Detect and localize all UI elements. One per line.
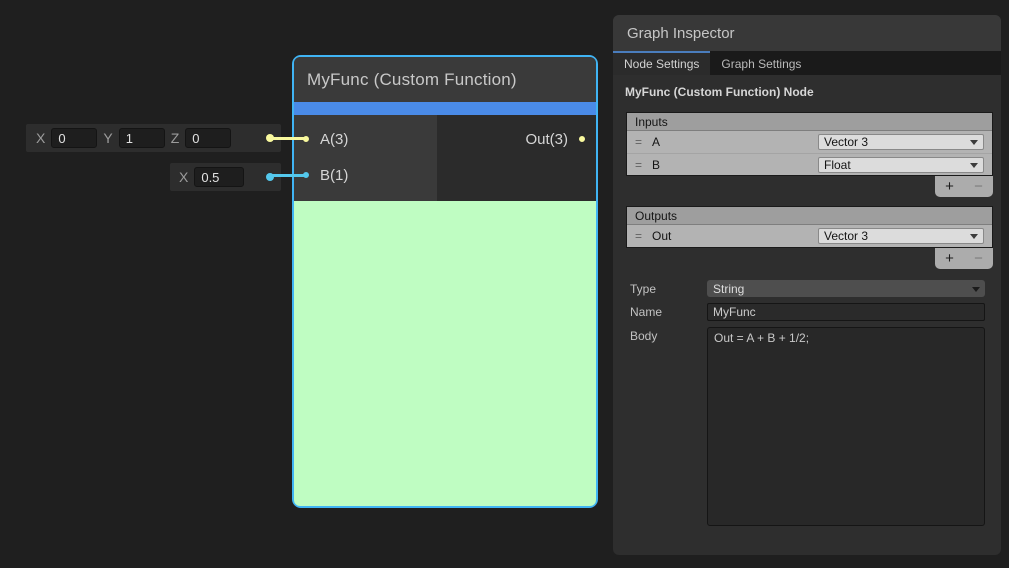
input-b-name: B xyxy=(652,158,660,172)
inspector-title[interactable]: Graph Inspector xyxy=(613,15,1001,51)
port-row-b: B(1) xyxy=(294,157,437,193)
z-field-label: Z xyxy=(171,130,180,146)
x-field-label: X xyxy=(36,130,45,146)
z-value-field[interactable]: 0 xyxy=(185,128,231,148)
graph-inspector-panel: Graph Inspector Node Settings Graph Sett… xyxy=(613,15,1001,555)
chevron-down-icon xyxy=(970,140,978,145)
edge-vector3-wire[interactable] xyxy=(270,137,305,140)
drag-handle-icon[interactable]: = xyxy=(635,229,652,243)
node-title[interactable]: MyFunc (Custom Function) xyxy=(294,57,596,102)
input-a-type-dropdown[interactable]: Vector 3 xyxy=(818,134,984,150)
port-out-label: Out(3) xyxy=(525,131,568,148)
custom-function-node[interactable]: MyFunc (Custom Function) A(3) B(1) Out(3… xyxy=(292,55,598,508)
input-ports-column: A(3) B(1) xyxy=(294,115,437,201)
output-out-type-value: Vector 3 xyxy=(824,229,868,243)
vector3-default-widget: X 0 Y 1 Z 0 xyxy=(26,124,281,152)
chevron-down-icon xyxy=(972,287,980,292)
outputs-section: Outputs = Out Vector 3 xyxy=(626,206,993,248)
body-label: Body xyxy=(630,327,707,343)
port-out-connector[interactable] xyxy=(579,136,585,142)
output-row-out[interactable]: = Out Vector 3 xyxy=(627,225,992,247)
function-name-input[interactable] xyxy=(707,303,985,321)
chevron-down-icon xyxy=(970,163,978,168)
x-field-label: X xyxy=(179,169,188,185)
input-a-type-value: Vector 3 xyxy=(824,135,868,149)
type-dropdown[interactable]: String xyxy=(707,280,985,297)
add-output-button[interactable]: + xyxy=(935,248,964,269)
function-body-textarea[interactable]: Out = A + B + 1/2; xyxy=(707,327,985,526)
remove-input-button[interactable]: − xyxy=(964,176,993,197)
node-preview xyxy=(294,201,596,506)
outputs-list-buttons: + − xyxy=(935,248,993,269)
input-b-type-value: Float xyxy=(824,158,851,172)
inspector-tabs: Node Settings Graph Settings xyxy=(613,51,1001,75)
node-color-bar xyxy=(294,102,596,115)
inputs-section: Inputs = A Vector 3 = B Float xyxy=(626,112,993,176)
input-b-type-dropdown[interactable]: Float xyxy=(818,157,984,173)
shader-graph-editor: { "colors": { "selection": "#40B4F4", "t… xyxy=(0,0,1009,568)
tab-graph-settings[interactable]: Graph Settings xyxy=(710,51,812,75)
inspected-node-title: MyFunc (Custom Function) Node xyxy=(625,85,989,99)
name-label: Name xyxy=(630,305,707,319)
edge-float-wire[interactable] xyxy=(270,174,305,177)
output-ports-column: Out(3) xyxy=(437,115,596,201)
tab-node-settings[interactable]: Node Settings xyxy=(613,51,710,75)
outputs-section-header: Outputs xyxy=(627,207,992,225)
body-field-row: Body Out = A + B + 1/2; xyxy=(630,327,985,526)
node-ports: A(3) B(1) Out(3) xyxy=(294,115,596,201)
y-value-field[interactable]: 1 xyxy=(119,128,165,148)
port-row-a: A(3) xyxy=(294,121,437,157)
type-field-row: Type String xyxy=(630,280,985,297)
float-value-field[interactable]: 0.5 xyxy=(194,167,244,187)
inputs-list-buttons: + − xyxy=(935,176,993,197)
output-out-name: Out xyxy=(652,229,671,243)
y-field-label: Y xyxy=(103,130,112,146)
inputs-section-header: Inputs xyxy=(627,113,992,131)
type-label: Type xyxy=(630,282,707,296)
type-value: String xyxy=(713,282,744,296)
input-a-name: A xyxy=(652,135,660,149)
input-row-a[interactable]: = A Vector 3 xyxy=(627,131,992,153)
x-value-field[interactable]: 0 xyxy=(51,128,97,148)
output-out-type-dropdown[interactable]: Vector 3 xyxy=(818,228,984,244)
chevron-down-icon xyxy=(970,234,978,239)
drag-handle-icon[interactable]: = xyxy=(635,135,652,149)
float-default-widget: X 0.5 xyxy=(170,163,281,191)
port-a-label: A(3) xyxy=(320,131,348,148)
port-b-label: B(1) xyxy=(320,167,348,184)
remove-output-button[interactable]: − xyxy=(964,248,993,269)
drag-handle-icon[interactable]: = xyxy=(635,158,652,172)
name-field-row: Name xyxy=(630,303,985,321)
input-row-b[interactable]: = B Float xyxy=(627,153,992,175)
port-row-out: Out(3) xyxy=(437,121,596,157)
add-input-button[interactable]: + xyxy=(935,176,964,197)
